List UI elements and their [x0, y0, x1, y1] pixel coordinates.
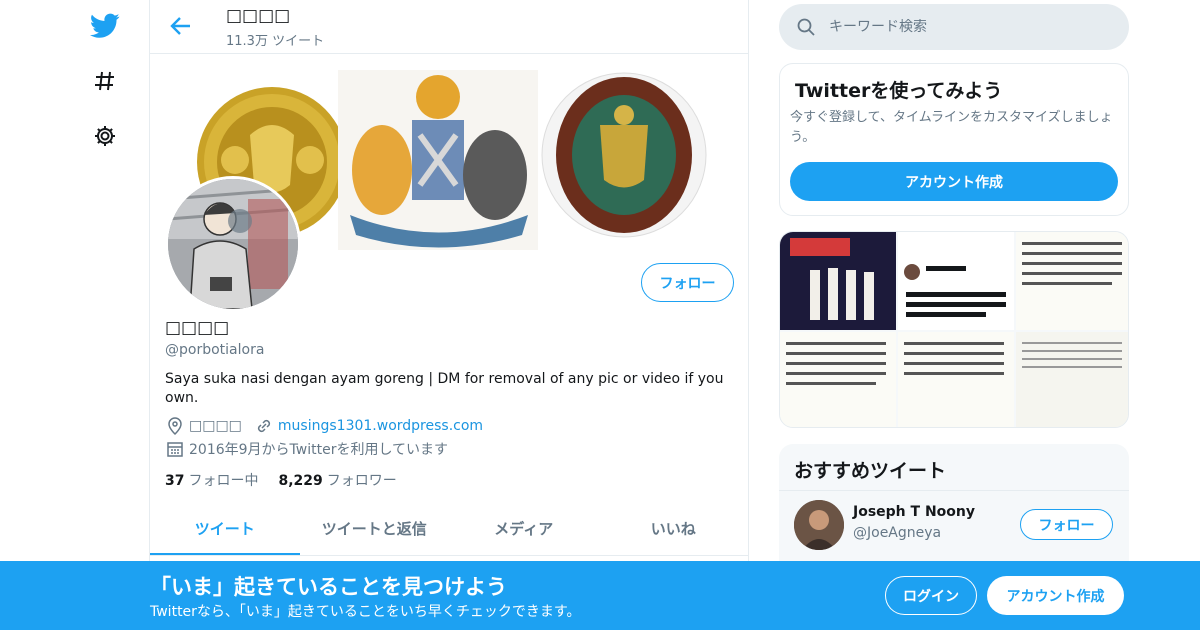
profile-stats: 37 フォロー中 8,229 フォロワー	[165, 470, 397, 490]
signup-card: Twitterを使ってみよう 今すぐ登録して、タイムラインをカスタマイズしましょ…	[779, 63, 1129, 216]
profile-bio: Saya suka nasi dengan ayam goreng | DM f…	[165, 371, 724, 406]
profile-header-bar: □□□□ 11.3万 ツイート	[150, 0, 748, 54]
hashtag-icon[interactable]	[88, 64, 122, 98]
tab-likes[interactable]: いいね	[599, 502, 749, 555]
recommended-follow-button[interactable]: フォロー	[1020, 509, 1113, 540]
signup-card-create-account-button[interactable]: アカウント作成	[790, 162, 1118, 201]
link-icon	[254, 416, 274, 436]
location-pin-icon	[165, 416, 185, 436]
following-count: 37	[165, 473, 185, 489]
recommended-user-handle: @JoeAgneya	[853, 525, 942, 541]
profile-meta-location-website: □□□□ musings1301.wordpress.com	[165, 416, 483, 436]
bottom-signup-banner: 「いま」起きていることを見つけよう Twitterなら、「いま」起きていることを…	[0, 561, 1200, 630]
left-nav	[80, 0, 130, 630]
header-profile-name: □□□□	[226, 6, 291, 26]
signup-card-title: Twitterを使ってみよう	[795, 80, 1003, 102]
profile-tabs: ツイート ツイートと返信 メディア いいね	[150, 502, 748, 556]
search-icon	[795, 16, 817, 38]
back-arrow-icon[interactable]	[168, 12, 194, 40]
tab-media[interactable]: メディア	[449, 502, 599, 555]
profile-website-link[interactable]: musings1301.wordpress.com	[278, 418, 483, 434]
bottom-banner-title: 「いま」起きていることを見つけよう	[150, 575, 507, 599]
signup-card-description: 今すぐ登録して、タイムラインをカスタマイズしましょう。	[790, 110, 1113, 145]
followers-count: 8,229	[278, 473, 323, 489]
bottom-banner-subtitle: Twitterなら、「いま」起きていることをいち早くチェックできます。	[150, 604, 581, 620]
profile-location: □□□□	[189, 418, 242, 434]
follow-button[interactable]: フォロー	[641, 263, 734, 302]
tab-tweets[interactable]: ツイート	[150, 502, 300, 555]
twitter-logo-icon[interactable]	[88, 9, 122, 43]
media-preview-grid[interactable]	[779, 231, 1129, 428]
followers-label: フォロワー	[326, 473, 397, 489]
following-label: フォロー中	[188, 473, 259, 489]
recommended-user-row[interactable]: Joseph T Noony @JoeAgneya フォロー	[779, 490, 1129, 560]
search-input[interactable]	[829, 19, 1089, 35]
create-account-button[interactable]: アカウント作成	[987, 576, 1124, 615]
header-tweet-count: 11.3万 ツイート	[226, 34, 325, 49]
recommended-user-avatar[interactable]	[794, 500, 844, 550]
recommended-title: おすすめツイート	[794, 460, 947, 482]
profile-avatar[interactable]	[165, 176, 301, 312]
profile-name: □□□□	[165, 318, 230, 338]
profile-handle: @porbotialora	[165, 342, 265, 358]
recommended-tweets-card: おすすめツイート Joseph T Noony @JoeAgneya フォロー	[779, 444, 1129, 574]
profile-joined-date: 2016年9月からTwitterを利用しています	[189, 442, 449, 458]
main-column: □□□□ 11.3万 ツイート フォロー □□□□ @porbotialora …	[149, 0, 749, 630]
calendar-icon	[165, 439, 185, 459]
search-box[interactable]	[779, 4, 1129, 50]
followers-stat[interactable]: 8,229 フォロワー	[278, 470, 396, 490]
tab-tweets-and-replies[interactable]: ツイートと返信	[300, 502, 450, 555]
recommended-user-name[interactable]: Joseph T Noony	[853, 504, 975, 520]
following-stat[interactable]: 37 フォロー中	[165, 470, 258, 490]
gear-icon[interactable]	[88, 119, 122, 153]
login-button[interactable]: ログイン	[885, 576, 977, 615]
profile-meta-joined: 2016年9月からTwitterを利用しています	[165, 439, 448, 459]
